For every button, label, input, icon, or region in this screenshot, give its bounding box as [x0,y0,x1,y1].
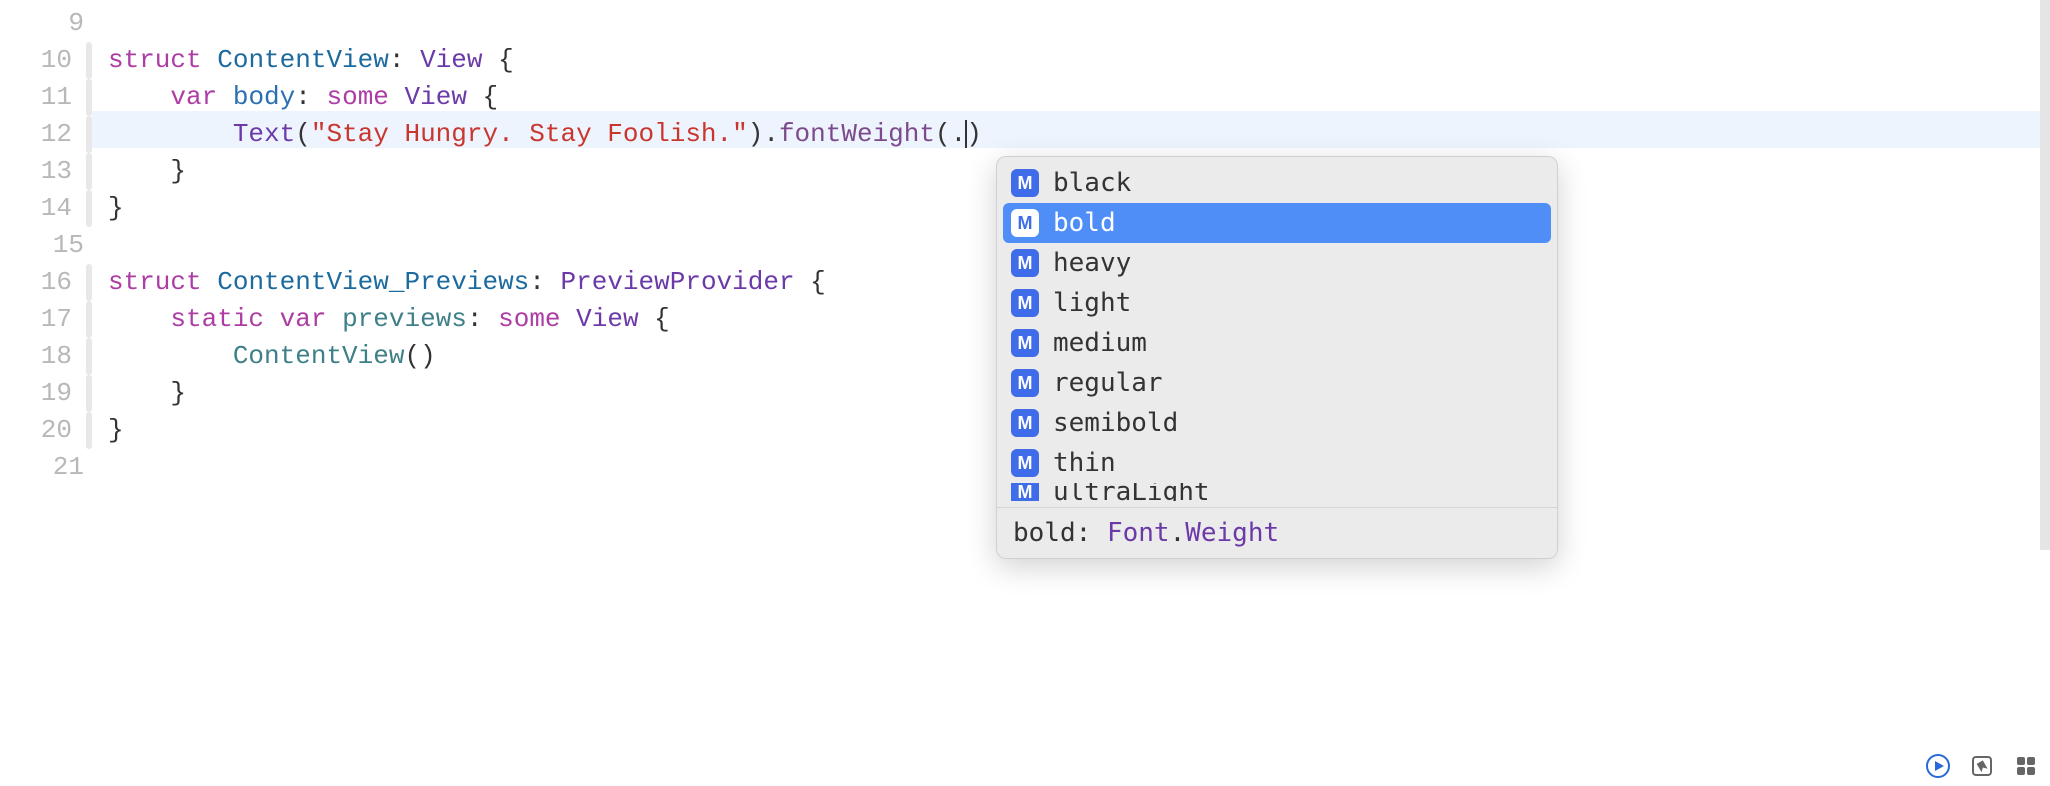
autocomplete-item-black[interactable]: M black [1003,163,1551,203]
autocomplete-item-thin[interactable]: M thin [1003,443,1551,483]
run-preview-button[interactable] [1924,752,1952,780]
line-number: 18 [41,338,80,375]
autocomplete-item-medium[interactable]: M medium [1003,323,1551,363]
line-number: 21 [53,449,92,486]
autocomplete-item-regular[interactable]: M regular [1003,363,1551,403]
line-number: 12 [41,116,80,153]
line-number: 19 [41,375,80,412]
library-button[interactable] [2012,752,2040,780]
autocomplete-list: M black M bold M heavy M light M medium … [997,157,1557,507]
autocomplete-label: ultraLight [1053,483,1210,501]
member-icon: M [1011,289,1039,317]
autocomplete-item-bold[interactable]: M bold [1003,203,1551,243]
autocomplete-footer: bold: Font.Weight [997,507,1557,558]
member-icon: M [1011,329,1039,357]
autocomplete-label: semibold [1053,408,1178,438]
autocomplete-label: black [1053,168,1131,198]
member-icon: M [1011,169,1039,197]
line-number: 20 [41,412,80,449]
line-number: 13 [41,153,80,190]
code-line[interactable]: var body: some View { [108,79,2050,116]
member-icon: M [1011,249,1039,277]
autocomplete-label: light [1053,288,1131,318]
autocomplete-label: medium [1053,328,1147,358]
code-line[interactable]: struct ContentView: View { [108,42,2050,79]
member-icon: M [1011,369,1039,397]
editor-bottom-toolbar [1924,752,2040,780]
autocomplete-label: heavy [1053,248,1131,278]
member-icon: M [1011,209,1039,237]
autocomplete-label: regular [1053,368,1163,398]
code-line[interactable]: Text("Stay Hungry. Stay Foolish.").fontW… [108,116,2050,153]
line-number: 14 [41,190,80,227]
line-number: 15 [53,227,92,264]
line-number-gutter: 9 10 11 12 13 14 15 16 17 18 19 20 21 [0,0,92,786]
autocomplete-label: thin [1053,448,1116,478]
autocomplete-item-semibold[interactable]: M semibold [1003,403,1551,443]
autocomplete-label: bold [1053,208,1116,238]
code-line[interactable] [108,5,2050,42]
member-icon: M [1011,409,1039,437]
cursor-mode-button[interactable] [1968,752,1996,780]
line-number: 16 [41,264,80,301]
autocomplete-popup: M black M bold M heavy M light M medium … [996,156,1558,559]
autocomplete-item-light[interactable]: M light [1003,283,1551,323]
line-number: 11 [41,79,80,116]
member-icon: M [1011,483,1039,501]
line-number: 9 [68,5,92,42]
autocomplete-item-ultralight[interactable]: M ultraLight [1003,483,1551,501]
minimap-scrollbar[interactable] [2040,0,2050,550]
line-number: 17 [41,301,80,338]
autocomplete-item-heavy[interactable]: M heavy [1003,243,1551,283]
member-icon: M [1011,449,1039,477]
line-number: 10 [41,42,80,79]
